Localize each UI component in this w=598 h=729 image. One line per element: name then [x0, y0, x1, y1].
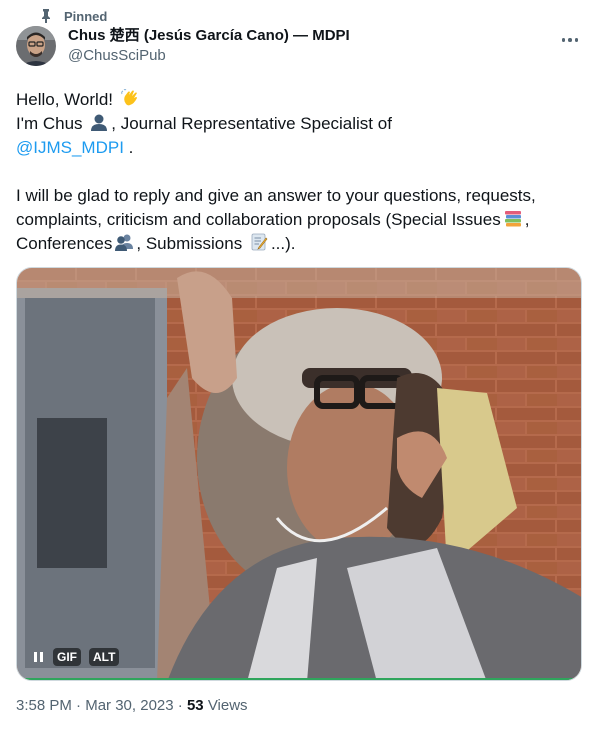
tweet-date[interactable]: Mar 30, 2023 — [85, 697, 173, 714]
views-count: 53 — [186, 697, 204, 714]
text-line: I'm Chus , Journal Representative Specia… — [16, 112, 392, 133]
text-line: I will be glad to reply and give an answ… — [16, 186, 536, 205]
pause-icon[interactable] — [31, 650, 45, 664]
pin-icon — [38, 8, 54, 24]
gif-frame — [17, 268, 581, 680]
separator: · — [76, 697, 82, 714]
media-controls: GIF ALT — [31, 648, 120, 666]
avatar[interactable] — [16, 26, 56, 66]
pinned-indicator: Pinned — [38, 8, 107, 24]
tweet-text: Hello, World! I'm Chus , Journal Represe… — [16, 88, 582, 256]
tweet-meta: 3:58 PM · Mar 30, 2023 · 53 Views — [16, 697, 248, 714]
tweet-card[interactable]: Pinned Chus 楚西 (Jesús García Cano) — MDP… — [0, 0, 598, 729]
books-icon — [503, 208, 523, 228]
tweet-time[interactable]: 3:58 PM — [16, 697, 72, 714]
author-display-name[interactable]: Chus 楚西 (Jesús García Cano) — MDPI — [68, 26, 350, 46]
pinned-label: Pinned — [64, 8, 108, 24]
mention-link[interactable]: @IJMS_MDPI — [16, 138, 124, 157]
text-line: Hello, World! — [16, 88, 582, 112]
memo-icon — [249, 232, 269, 252]
views-label: Views — [207, 697, 248, 714]
alt-text-badge[interactable]: ALT — [89, 648, 120, 666]
author-handle[interactable]: @ChusSciPub — [68, 46, 350, 66]
gif-badge[interactable]: GIF — [53, 648, 81, 666]
busts-icon — [114, 232, 134, 252]
tweet-header: Chus 楚西 (Jesús García Cano) — MDPI @Chus… — [16, 26, 582, 70]
text-line: complaints, criticism and collaboration … — [16, 208, 530, 229]
waving-hand-icon — [120, 88, 140, 108]
more-options-button[interactable] — [558, 30, 582, 50]
bust-icon — [89, 112, 109, 132]
gif-media[interactable]: GIF ALT — [16, 267, 582, 681]
text-line: Conferences , Submissions ...). — [16, 232, 296, 253]
more-icon — [561, 38, 579, 42]
text-line: @IJMS_MDPI . — [16, 138, 134, 157]
separator: · — [177, 697, 183, 714]
